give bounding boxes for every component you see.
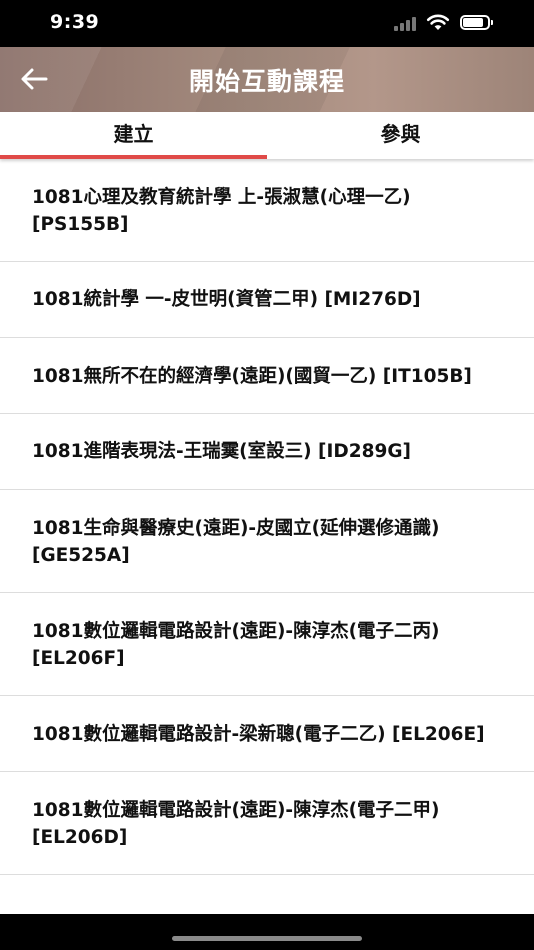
tab-bar: 建立 參與	[0, 112, 534, 159]
tab-create[interactable]: 建立	[0, 112, 267, 159]
course-list-item[interactable]: 1081進階表現法-王瑞霙(室設三) [ID289G]	[0, 414, 534, 490]
course-list-item[interactable]: 1081數位邏輯電路設計(遠距)-陳淳杰(電子二甲) [EL206D]	[0, 772, 534, 875]
home-bar-area	[0, 914, 534, 950]
nav-header: 開始互動課程	[0, 47, 534, 112]
status-icons	[394, 13, 504, 33]
home-indicator[interactable]	[172, 936, 362, 941]
course-list: 1081心理及教育統計學 上-張淑慧(心理一乙) [PS155B] 1081統計…	[0, 159, 534, 914]
battery-level	[463, 18, 483, 27]
course-list-item[interactable]: 1081數位邏輯電路設計-梁新聰(電子二乙) [EL206E]	[0, 696, 534, 772]
status-bar: 9:39	[0, 0, 534, 47]
page-title: 開始互動課程	[188, 67, 345, 96]
battery-icon	[460, 15, 493, 30]
course-list-item[interactable]: 1081統計學 一-皮世明(資管二甲) [MI276D]	[0, 262, 534, 338]
status-time: 9:39	[50, 11, 100, 33]
course-list-item[interactable]: 1081心理及教育統計學 上-張淑慧(心理一乙) [PS155B]	[0, 159, 534, 262]
course-list-item[interactable]: 1081數位邏輯電路設計(遠距)-陳淳杰(電子二丙) [EL206F]	[0, 593, 534, 696]
wifi-icon	[426, 14, 450, 30]
tab-join[interactable]: 參與	[267, 112, 534, 159]
course-list-item[interactable]: 1081無所不在的經濟學(遠距)(國貿一乙) [IT105B]	[0, 338, 534, 414]
app-screen: 9:39 開始互動課程 建立 參與 1081心理及教育統計學 上-張淑慧(心理一…	[0, 0, 534, 950]
cellular-signal-icon	[394, 15, 418, 31]
course-list-item[interactable]: 1081生命與醫療史(遠距)-皮國立(延伸選修通識) [GE525A]	[0, 490, 534, 593]
